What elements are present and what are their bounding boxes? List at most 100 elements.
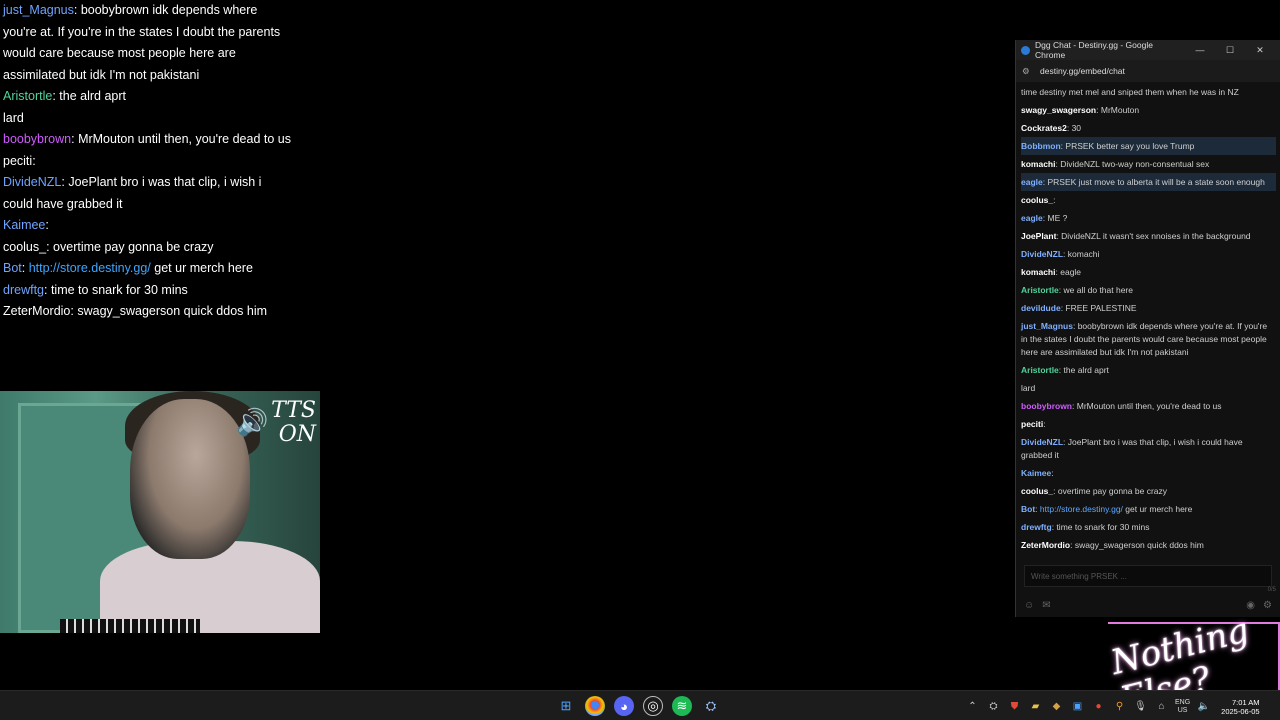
close-button[interactable]: ✕ — [1245, 45, 1275, 56]
folder-tray-icon[interactable]: ▰ — [1028, 700, 1043, 714]
chat-line-username[interactable]: drewftg — [1021, 522, 1052, 532]
clock[interactable]: 7:01 AM 2025-06-05 — [1221, 698, 1259, 716]
windows-taskbar: ⊞ ◕ ◎ ≋ ⛭ ⌃ ⛭ ⛊ ▰ ◆ ▣ ● ⚲ 🎙 ⌂ ENG US 🔈 7… — [0, 690, 1280, 720]
chat-line-text: time destiny met mel and sniped them whe… — [1021, 86, 1239, 97]
chat-username[interactable]: just_Magnus — [3, 3, 74, 17]
chat-line: JoePlant: DivideNZL it wasn't sex nnoise… — [1021, 227, 1276, 245]
chrome-icon[interactable] — [585, 696, 605, 716]
chat-username[interactable]: ZeterMordio — [3, 304, 70, 318]
chat-line-text: MrMouton — [1100, 104, 1140, 115]
chat-line-username[interactable]: eagle — [1021, 177, 1043, 187]
chat-username[interactable]: boobybrown — [3, 132, 71, 146]
chat-line: swagy_swagerson: MrMouton — [1021, 101, 1276, 119]
chat-line-username[interactable]: just_Magnus — [1021, 321, 1073, 331]
webcam-feed: 🔊 TTS ON — [0, 391, 320, 633]
chat-line-username[interactable]: coolus_ — [1021, 195, 1053, 205]
chat-line: coolus_: — [1021, 191, 1276, 209]
chat-line-username[interactable]: coolus_ — [1021, 486, 1053, 496]
steam-icon[interactable]: ⛭ — [701, 696, 721, 716]
address-bar[interactable]: ⚙ destiny.gg/embed/chat — [1016, 60, 1280, 82]
chat-username[interactable]: peciti — [3, 154, 32, 168]
chat-text: the alrd aprt — [59, 89, 126, 103]
chat-line-username[interactable]: komachi — [1021, 159, 1056, 169]
chat-line: komachi: eagle — [1021, 263, 1276, 281]
chat-line-text: lard — [1021, 382, 1036, 393]
system-tray: ⌃ ⛭ ⛊ ▰ ◆ ▣ ● ⚲ 🎙 ⌂ ENG US 🔈 7:01 AM 202… — [965, 698, 1259, 716]
chat-line-username[interactable]: DivideNZL — [1021, 437, 1063, 447]
emote-menu-icon[interactable]: ☺ — [1024, 600, 1034, 611]
chevron-up-icon[interactable]: ⌃ — [965, 700, 980, 714]
chat-line-text: ME ? — [1047, 212, 1068, 223]
chat-line: coolus_: overtime pay gonna be crazy — [1021, 482, 1276, 500]
site-settings-icon[interactable]: ⚙ — [1022, 66, 1032, 77]
chat-line: Cockrates2: 30 — [1021, 119, 1276, 137]
chat-line-text: komachi — [1067, 248, 1100, 259]
chat-username[interactable]: Aristortle — [3, 89, 52, 103]
volume-icon[interactable]: 🔈 — [1196, 700, 1211, 714]
chat-line-username[interactable]: Aristortle — [1021, 365, 1059, 375]
chat-line-colon: : — [1053, 194, 1056, 205]
chat-input[interactable]: Write something PRSEK ... — [1024, 565, 1272, 587]
chat-colon: : — [44, 282, 51, 297]
maximize-button[interactable]: ☐ — [1215, 45, 1245, 56]
chat-message-list[interactable]: time destiny met mel and sniped them whe… — [1016, 83, 1280, 561]
chat-line: DivideNZL: komachi — [1021, 245, 1276, 263]
minimize-button[interactable]: — — [1185, 45, 1215, 55]
chat-line: time destiny met mel and sniped them whe… — [1021, 83, 1276, 101]
steam-tray-icon[interactable]: ⛭ — [986, 700, 1001, 714]
chat-line: Bot: http://store.destiny.gg/ get ur mer… — [1021, 500, 1276, 518]
chat-line-text: we all do that here — [1063, 284, 1133, 295]
chat-message: Aristortle: the alrd aprt — [3, 86, 293, 108]
chat-message: Bot: http://store.destiny.gg/ get ur mer… — [3, 258, 293, 280]
record-tray-icon[interactable]: ● — [1091, 700, 1106, 714]
chat-username[interactable]: drewftg — [3, 283, 44, 297]
chat-line-username[interactable]: ZeterMordio — [1021, 540, 1070, 550]
chat-line-text: PRSEK just move to alberta it will be a … — [1047, 176, 1265, 187]
chat-message: ZeterMordio: swagy_swagerson quick ddos … — [3, 301, 293, 323]
chat-line-username[interactable]: eagle — [1021, 213, 1043, 223]
chat-line-username[interactable]: Cockrates2 — [1021, 123, 1067, 133]
chat-line-username[interactable]: boobybrown — [1021, 401, 1072, 411]
chat-line: Bobbmon: PRSEK better say you love Trump — [1021, 137, 1276, 155]
chat-line-username[interactable]: Kaimee — [1021, 468, 1051, 478]
chat-username[interactable]: coolus_ — [3, 240, 46, 254]
chat-line-username[interactable]: Bobbmon — [1021, 141, 1061, 151]
app-tray-icon[interactable]: ▣ — [1070, 700, 1085, 714]
chat-line-username[interactable]: DivideNZL — [1021, 249, 1063, 259]
chat-line-username[interactable]: Bot — [1021, 504, 1035, 514]
chat-line-username[interactable]: Aristortle — [1021, 285, 1059, 295]
chat-line-link[interactable]: http://store.destiny.gg/ — [1040, 504, 1123, 514]
windows-start-icon[interactable]: ⊞ — [556, 696, 576, 716]
chat-line-text: PRSEK better say you love Trump — [1065, 140, 1195, 151]
chat-line: eagle: ME ? — [1021, 209, 1276, 227]
spotify-icon[interactable]: ≋ — [672, 696, 692, 716]
chat-line-username[interactable]: devildude — [1021, 303, 1061, 313]
network-icon[interactable]: ⌂ — [1154, 700, 1169, 714]
chat-line-username[interactable]: komachi — [1021, 267, 1056, 277]
chat-text: get ur merch here — [154, 261, 253, 275]
chat-link[interactable]: http://store.destiny.gg/ — [29, 261, 151, 275]
chat-line-username[interactable]: peciti — [1021, 419, 1043, 429]
game-tray-icon[interactable]: ◆ — [1049, 700, 1064, 714]
chat-message: drewftg: time to snark for 30 mins — [3, 280, 293, 302]
search-tray-icon[interactable]: ⚲ — [1112, 700, 1127, 714]
chat-line: ZeterMordio: swagy_swagerson quick ddos … — [1021, 536, 1276, 554]
discord-icon[interactable]: ◕ — [614, 696, 634, 716]
window-title: Dgg Chat - Destiny.gg - Google Chrome — [1035, 40, 1153, 60]
microphone-icon[interactable]: 🎙 — [1133, 700, 1148, 714]
chat-username[interactable]: DivideNZL — [3, 175, 61, 189]
shield-tray-icon[interactable]: ⛊ — [1007, 700, 1022, 714]
chat-username[interactable]: Kaimee — [3, 218, 45, 232]
chat-username[interactable]: Bot — [3, 261, 22, 275]
chat-colon: : — [73, 3, 81, 17]
clock-date: 2025-06-05 — [1221, 707, 1260, 716]
chat-line-username[interactable]: JoePlant — [1021, 231, 1056, 241]
chat-message: Kaimee: — [3, 215, 293, 237]
chat-input-counter: 0/5 — [1267, 587, 1276, 593]
chat-line-username[interactable]: swagy_swagerson — [1021, 105, 1096, 115]
obs-icon[interactable]: ◎ — [643, 696, 663, 716]
language-indicator[interactable]: ENG US — [1175, 699, 1190, 715]
url-text[interactable]: destiny.gg/embed/chat — [1040, 66, 1125, 76]
chat-line: drewftg: time to snark for 30 mins — [1021, 518, 1276, 536]
whispers-icon[interactable]: ✉ — [1042, 600, 1050, 611]
